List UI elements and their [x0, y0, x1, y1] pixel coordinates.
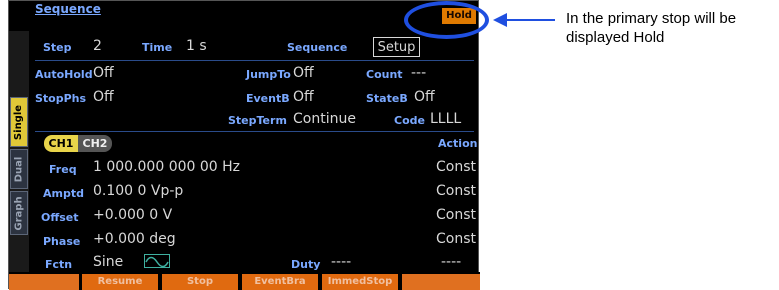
- amptd-value[interactable]: 0.100 0 Vp-p: [93, 183, 183, 199]
- main-panel: Sequence Hold Step 2 Time 1 s Sequence S…: [31, 1, 478, 288]
- time-label: Time: [142, 41, 173, 54]
- amptd-label: Amptd: [43, 187, 84, 200]
- divider: [35, 60, 474, 61]
- time-value[interactable]: 1 s: [186, 38, 207, 54]
- autohold-label: AutoHold: [35, 68, 93, 81]
- offset-value[interactable]: +0.000 0 V: [93, 207, 172, 223]
- divider: [35, 131, 474, 132]
- tab-single[interactable]: Single: [10, 97, 28, 147]
- callout-text: In the primary stop will be displayed Ho…: [566, 10, 737, 46]
- stateb-value[interactable]: Off: [414, 89, 435, 105]
- resume-softkey[interactable]: Resume: [82, 274, 158, 290]
- sequence-setup-button[interactable]: Setup: [373, 37, 420, 57]
- freq-value[interactable]: 1 000.000 000 00 Hz: [93, 159, 240, 175]
- stopphs-value[interactable]: Off: [93, 89, 114, 105]
- stop-softkey[interactable]: Stop: [162, 274, 238, 290]
- side-tabs: Graph Dual Single: [9, 31, 29, 276]
- eventb-value[interactable]: Off: [293, 89, 314, 105]
- hold-highlight-ring: [404, 1, 489, 39]
- offset-label: Offset: [41, 211, 79, 224]
- ch2-tab[interactable]: CH2: [78, 135, 112, 152]
- softkey-1[interactable]: [9, 274, 79, 290]
- step-label: Step: [43, 41, 72, 54]
- eventbra-softkey[interactable]: EventBra: [242, 274, 318, 290]
- code-label: Code: [394, 114, 425, 127]
- immedstop-softkey[interactable]: ImmedStop: [322, 274, 398, 290]
- freq-action[interactable]: Const: [436, 159, 476, 175]
- amptd-action[interactable]: Const: [436, 183, 476, 199]
- action-header: Action: [438, 137, 478, 150]
- eventb-label: EventB: [246, 92, 290, 105]
- step-value[interactable]: 2: [93, 38, 102, 54]
- tab-single-label: Single: [13, 104, 25, 140]
- softkey-bar: Resume Stop EventBra ImmedStop: [9, 272, 480, 290]
- fctn-value[interactable]: Sine: [93, 254, 123, 270]
- tab-dual[interactable]: Dual: [10, 149, 28, 189]
- callout-arrow-line: [505, 19, 555, 21]
- phase-action[interactable]: Const: [436, 231, 476, 247]
- stepterm-label: StepTerm: [228, 114, 287, 127]
- phase-value[interactable]: +0.000 deg: [93, 231, 176, 247]
- jumpto-label: JumpTo: [246, 68, 291, 81]
- duty-value: ----: [331, 254, 352, 270]
- softkey-6[interactable]: [402, 274, 480, 290]
- freq-label: Freq: [49, 163, 77, 176]
- sine-wave-icon: [144, 254, 170, 268]
- count-label: Count: [366, 68, 403, 81]
- fctn-label: Fctn: [45, 258, 73, 271]
- count-value: ---: [411, 65, 427, 81]
- duty-label: Duty: [291, 258, 321, 271]
- instrument-screen: Graph Dual Single Sequence Hold Step 2 T…: [8, 0, 480, 290]
- tab-graph[interactable]: Graph: [10, 191, 28, 235]
- code-value[interactable]: LLLL: [430, 111, 461, 127]
- fctn-action: ----: [441, 254, 462, 270]
- sequence-label: Sequence: [287, 41, 348, 54]
- page-title: Sequence: [35, 2, 101, 16]
- autohold-value[interactable]: Off: [93, 65, 114, 81]
- tab-dual-label: Dual: [13, 156, 25, 182]
- ch1-tab[interactable]: CH1: [44, 135, 78, 152]
- phase-label: Phase: [43, 235, 81, 248]
- stopphs-label: StopPhs: [35, 92, 87, 105]
- offset-action[interactable]: Const: [436, 207, 476, 223]
- tab-graph-label: Graph: [13, 195, 25, 231]
- stepterm-value[interactable]: Continue: [293, 111, 356, 127]
- jumpto-value[interactable]: Off: [293, 65, 314, 81]
- stateb-label: StateB: [366, 92, 408, 105]
